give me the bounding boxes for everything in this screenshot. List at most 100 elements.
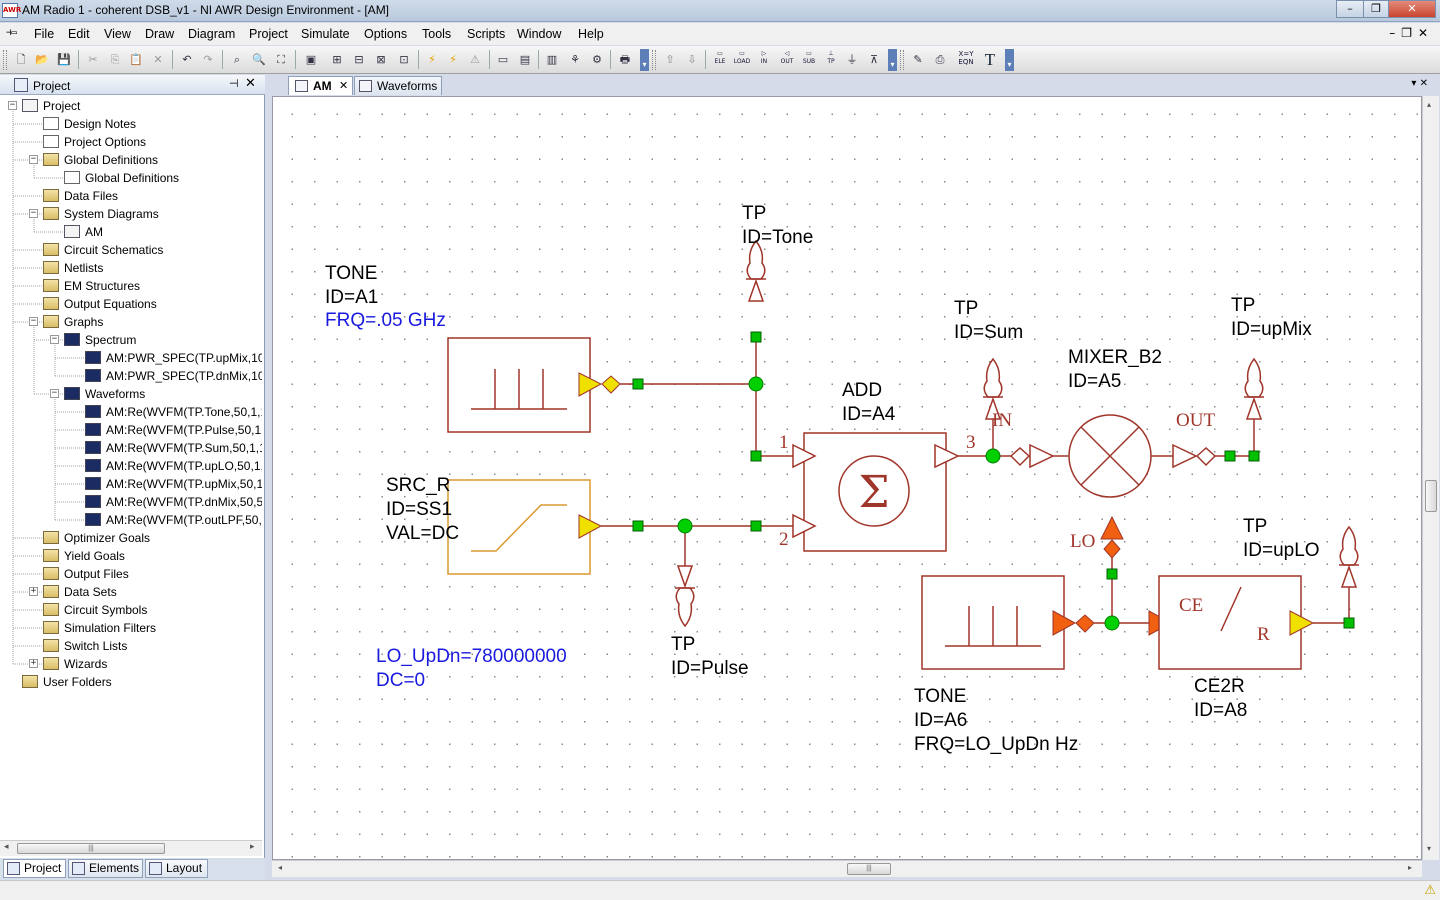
add-system-diagram-icon[interactable]: ⊡: [395, 51, 413, 68]
menu-view[interactable]: View: [104, 27, 131, 41]
vertical-scroll-thumb[interactable]: [1425, 480, 1437, 512]
toolbar-overflow-icon[interactable]: ▾: [888, 49, 897, 71]
tree-item[interactable]: Switch Lists: [0, 637, 262, 655]
horizontal-scroll-thumb[interactable]: |||: [847, 863, 891, 875]
tp-tone-id[interactable]: ID=Tone: [742, 226, 813, 249]
tp-tone-name[interactable]: TP: [742, 202, 766, 225]
view-all-icon[interactable]: ⛶: [272, 51, 290, 68]
doc-tab-waveforms[interactable]: Waveforms: [354, 76, 442, 95]
simulate-icon[interactable]: ⚡: [423, 51, 441, 68]
tree-item[interactable]: − Global Definitions: [0, 151, 262, 169]
scroll-right-icon[interactable]: ▸: [250, 842, 255, 852]
toolbar-grip[interactable]: [900, 50, 904, 70]
ce2r-id[interactable]: ID=A8: [1194, 699, 1247, 722]
menu-diagram[interactable]: Diagram: [188, 27, 235, 41]
tune-icon[interactable]: ▭: [494, 51, 512, 68]
scroll-left-icon[interactable]: ◂: [4, 842, 9, 852]
tree-item[interactable]: Data Files: [0, 187, 262, 205]
project-horizontal-scrollbar[interactable]: ◂ ||| ▸: [0, 840, 262, 856]
add-equation-icon[interactable]: X=Y EQN: [955, 50, 977, 70]
stop-simulation-icon[interactable]: ⚠: [466, 51, 484, 68]
mdi-document-icon[interactable]: ⊣▭: [6, 28, 24, 39]
tree-item[interactable]: − Project: [0, 97, 262, 115]
toolbar-overflow-icon[interactable]: ▾: [640, 49, 649, 71]
scroll-down-icon[interactable]: ▾: [1427, 844, 1431, 853]
add-text-icon[interactable]: T: [981, 51, 999, 68]
add-name[interactable]: ADD: [842, 379, 882, 402]
expand-icon[interactable]: +: [29, 587, 38, 596]
tone-a6-id[interactable]: ID=A6: [914, 709, 967, 732]
close-button[interactable]: ✕: [1388, 0, 1436, 18]
scroll-right-icon[interactable]: ▸: [1408, 863, 1412, 872]
yield-icon[interactable]: ⚘: [566, 51, 584, 68]
ground-icon[interactable]: ⏚: [843, 51, 861, 68]
close-tab-icon[interactable]: ✕: [339, 77, 348, 95]
tp-upmix-id[interactable]: ID=upMix: [1231, 318, 1312, 341]
move-up-icon[interactable]: ⇧: [661, 51, 679, 68]
tree-item[interactable]: Netlists: [0, 259, 262, 277]
src-r-name[interactable]: SRC_R: [386, 474, 450, 497]
collapse-icon[interactable]: −: [50, 389, 59, 398]
tree-item[interactable]: + Data Sets: [0, 583, 262, 601]
tp-sum-id[interactable]: ID=Sum: [954, 321, 1023, 344]
tree-item[interactable]: User Folders: [0, 673, 262, 691]
tree-item[interactable]: Output Files: [0, 565, 262, 583]
tree-item[interactable]: Circuit Schematics: [0, 241, 262, 259]
collapse-icon[interactable]: −: [50, 335, 59, 344]
add-schematic-icon[interactable]: ⊠: [372, 51, 390, 68]
minimize-button[interactable]: –: [1336, 0, 1364, 18]
add-id[interactable]: ID=A4: [842, 403, 895, 426]
tree-item[interactable]: AM:PWR_SPEC(TP.dnMix,100: [0, 367, 262, 385]
doc-tab-am[interactable]: AM ✕: [288, 76, 353, 95]
save-icon[interactable]: 💾: [55, 51, 73, 68]
zoom-area-icon[interactable]: ⌕: [228, 51, 246, 68]
app-icon[interactable]: AWR: [2, 3, 21, 18]
toolbar-grip[interactable]: [652, 50, 656, 70]
tone-a1-name[interactable]: TONE: [325, 262, 377, 285]
tree-item[interactable]: − Graphs: [0, 313, 262, 331]
optimize-icon[interactable]: ▥: [543, 51, 561, 68]
tab-elements[interactable]: Elements: [68, 859, 143, 878]
equation-lo-updn[interactable]: LO_UpDn=780000000: [376, 645, 567, 668]
undo-icon[interactable]: ↶: [178, 51, 196, 68]
scroll-thumb[interactable]: |||: [17, 843, 165, 854]
tree-item[interactable]: + Wizards: [0, 655, 262, 673]
tree-item[interactable]: AM:Re(WVFM(TP.dnMix,50,5: [0, 493, 262, 511]
tree-item[interactable]: Output Equations: [0, 295, 262, 313]
collapse-icon[interactable]: −: [29, 155, 38, 164]
tree-item[interactable]: AM:Re(WVFM(TP.Pulse,50,1,:: [0, 421, 262, 439]
src-r-id[interactable]: ID=SS1: [386, 498, 452, 521]
ce2r-name[interactable]: CE2R: [1194, 675, 1245, 698]
tree-item[interactable]: Design Notes: [0, 115, 262, 133]
tree-item[interactable]: AM:Re(WVFM(TP.upLO,50,1,: [0, 457, 262, 475]
tone-a6-frequency[interactable]: FRQ=LO_UpDn Hz: [914, 733, 1078, 756]
mdi-window-controls[interactable]: –❐✕: [1389, 26, 1434, 40]
menu-scripts[interactable]: Scripts: [467, 27, 505, 41]
tab-layout[interactable]: Layout: [145, 859, 208, 878]
redo-icon[interactable]: ↷: [199, 51, 217, 68]
toolbar-grip[interactable]: [3, 50, 7, 70]
menu-options[interactable]: Options: [364, 27, 407, 41]
tab-project[interactable]: Project: [3, 859, 66, 878]
menu-simulate[interactable]: Simulate: [301, 27, 350, 41]
test-point-icon[interactable]: ⊥ TP: [820, 50, 842, 70]
simulate-all-icon[interactable]: ⚡: [444, 51, 462, 68]
add-graph-icon[interactable]: ▣: [302, 51, 320, 68]
port-icon[interactable]: ⊼: [865, 51, 883, 68]
menu-tools[interactable]: Tools: [422, 27, 451, 41]
menu-file[interactable]: File: [34, 27, 54, 41]
collapse-icon[interactable]: −: [29, 317, 38, 326]
tree-item[interactable]: AM:PWR_SPEC(TP.upMix,100: [0, 349, 262, 367]
scroll-up-icon[interactable]: ▴: [1427, 100, 1431, 109]
tone-a1-id[interactable]: ID=A1: [325, 286, 378, 309]
toolbar-overflow-icon[interactable]: ▾: [1005, 49, 1014, 71]
tree-item[interactable]: AM: [0, 223, 262, 241]
src-r-value[interactable]: VAL=DC: [386, 522, 459, 545]
tree-item[interactable]: Simulation Filters: [0, 619, 262, 637]
add-annotation-icon[interactable]: ⊟: [350, 51, 368, 68]
paste-icon[interactable]: 📋: [127, 51, 145, 68]
tree-item[interactable]: − System Diagrams: [0, 205, 262, 223]
zoom-out-icon[interactable]: 🔍: [250, 51, 268, 68]
open-folder-icon[interactable]: 📂: [33, 51, 51, 68]
delete-icon[interactable]: ✕: [149, 51, 167, 68]
